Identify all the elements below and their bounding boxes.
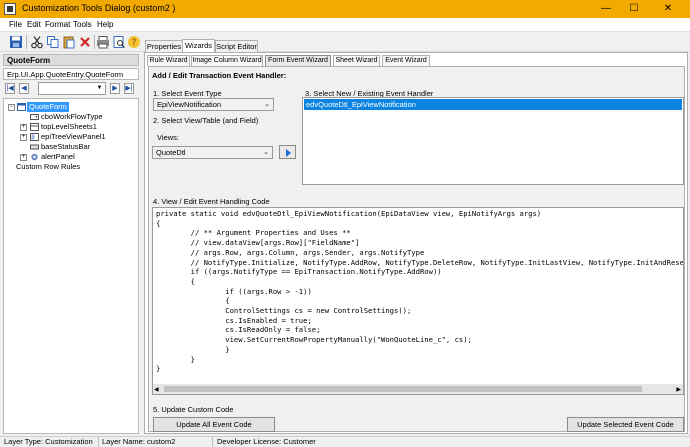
status-layer-name: Layer Name: custom2 [102, 437, 176, 446]
save-icon[interactable] [9, 35, 23, 49]
chevron-down-icon: ⌄ [264, 101, 270, 108]
first-record-icon[interactable]: |◀ [5, 83, 15, 94]
event-wizard-frame: Add / Edit Transaction Event Handler: 1.… [148, 66, 685, 432]
event-code-editor[interactable]: private static void edvQuoteDtl_EpiViewN… [152, 207, 684, 395]
horizontal-scrollbar[interactable]: ◀ ▶ [153, 384, 683, 394]
copy-icon[interactable] [46, 35, 60, 49]
views-label: Views: [157, 133, 179, 142]
tab-sheet-wizard[interactable]: Sheet Wizard [333, 55, 380, 66]
tree-node[interactable]: epiTreeViewPanel1 [41, 132, 106, 142]
step4-label: 4. View / Edit Event Handling Code [153, 197, 270, 206]
menu-tools[interactable]: Tools [73, 20, 92, 29]
step2-label: 2. Select View/Table (and Field) [153, 116, 259, 125]
wizards-panel: Rule Wizard Image Column Wizard Form Eve… [144, 52, 688, 434]
expand-icon[interactable]: + [20, 134, 27, 141]
panel-icon [30, 133, 39, 141]
paste-icon[interactable] [62, 35, 76, 49]
chevron-down-icon: ▼ [96, 85, 103, 91]
tab-properties[interactable]: Properties [145, 40, 183, 52]
status-developer-license: Developer License: Customer [217, 437, 316, 446]
tree-node[interactable]: alertPanel [41, 152, 75, 162]
step5-label: 5. Update Custom Code [153, 405, 234, 414]
previous-record-icon[interactable]: ◀ [19, 83, 29, 94]
update-selected-event-code-button[interactable]: Update Selected Event Code [567, 417, 684, 432]
toolbar: ? [0, 32, 690, 52]
scroll-left-icon[interactable]: ◀ [154, 386, 159, 393]
form-header: QuoteForm [3, 54, 139, 66]
step1-label: 1. Select Event Type [153, 89, 222, 98]
menu-file[interactable]: File [9, 20, 22, 29]
list-item-selected[interactable]: edvQuoteDtl_EpiViewNotification [304, 99, 682, 110]
tree-node-custom-row-rules[interactable]: Custom Row Rules [16, 162, 80, 172]
cut-icon[interactable] [30, 35, 44, 49]
event-type-select[interactable]: EpiViewNotification ⌄ [153, 98, 274, 111]
tab-script-editor[interactable]: Script Editor [215, 40, 258, 52]
expand-icon[interactable]: + [20, 154, 27, 161]
form-path: Erp.UI.App.QuoteEntry.QuoteForm [3, 68, 139, 80]
left-panel: QuoteForm Erp.UI.App.QuoteEntry.QuoteFor… [3, 54, 139, 434]
status-bar: Layer Type: Customization Layer Name: cu… [0, 436, 690, 447]
toolbar-separator [94, 35, 95, 49]
views-select[interactable]: QuoteDtl ⌄ [152, 146, 273, 159]
tab-image-column-wizard[interactable]: Image Column Wizard [191, 55, 263, 66]
tab-form-event-wizard[interactable]: Form Event Wizard [265, 55, 331, 66]
tree-node[interactable]: cboWorkFlowType [41, 112, 103, 122]
print-preview-icon[interactable] [112, 35, 126, 49]
tab-wizards[interactable]: Wizards [182, 39, 215, 52]
app-icon [4, 3, 16, 15]
menu-format[interactable]: Format [45, 20, 70, 29]
expand-icon[interactable]: + [20, 124, 27, 131]
menu-edit[interactable]: Edit [27, 20, 41, 29]
last-record-icon[interactable]: ▶| [124, 83, 134, 94]
sheet-icon [30, 123, 39, 131]
menu-help[interactable]: Help [97, 20, 113, 29]
tab-rule-wizard[interactable]: Rule Wizard [147, 55, 190, 66]
close-button[interactable]: ✕ [656, 0, 680, 18]
wizard-heading: Add / Edit Transaction Event Handler: [152, 71, 287, 80]
status-separator [98, 437, 99, 447]
tree-navigator: |◀ ◀ ▼ ▶ ▶| [3, 82, 139, 96]
tab-event-wizard[interactable]: Event Wizard [382, 55, 430, 66]
event-type-value: EpiViewNotification [157, 100, 222, 109]
event-code-text[interactable]: private static void edvQuoteDtl_EpiViewN… [153, 208, 683, 374]
views-value: QuoteDtl [156, 148, 186, 157]
tree-node-root[interactable]: QuoteForm [27, 102, 69, 112]
window-title: Customization Tools Dialog (custom2 ) [22, 3, 176, 13]
control-tree[interactable]: − QuoteForm cboWorkFlowType + topLevelSh… [3, 98, 139, 434]
delete-icon[interactable] [78, 35, 92, 49]
status-layer-type: Layer Type: Customization [4, 437, 93, 446]
tree-node[interactable]: baseStatusBar [41, 142, 90, 152]
form-icon [17, 103, 26, 111]
control-selector[interactable]: ▼ [38, 82, 106, 95]
tree-node[interactable]: topLevelSheets1 [41, 122, 97, 132]
maximize-button[interactable]: ☐ [622, 0, 646, 18]
help-icon[interactable]: ? [127, 35, 141, 49]
toolbar-separator [26, 35, 27, 49]
combo-icon [30, 114, 39, 120]
next-record-icon[interactable]: ▶ [110, 83, 120, 94]
add-view-button[interactable] [279, 145, 296, 159]
event-handler-list[interactable]: edvQuoteDtl_EpiViewNotification [302, 97, 684, 185]
title-bar[interactable]: Customization Tools Dialog (custom2 ) — … [0, 0, 690, 18]
statusbar-icon [30, 144, 39, 150]
collapse-icon[interactable]: − [8, 104, 15, 111]
chevron-down-icon: ⌄ [263, 149, 269, 156]
minimize-button[interactable]: — [594, 0, 618, 18]
scrollbar-thumb[interactable] [164, 386, 642, 392]
update-all-event-code-button[interactable]: Update All Event Code [153, 417, 275, 432]
gear-icon [31, 153, 38, 161]
svg-text:?: ? [132, 38, 137, 48]
status-separator [212, 437, 213, 447]
scroll-right-icon[interactable]: ▶ [676, 386, 681, 393]
print-icon[interactable] [96, 35, 110, 49]
menu-bar: File Edit Format Tools Help [0, 18, 690, 32]
